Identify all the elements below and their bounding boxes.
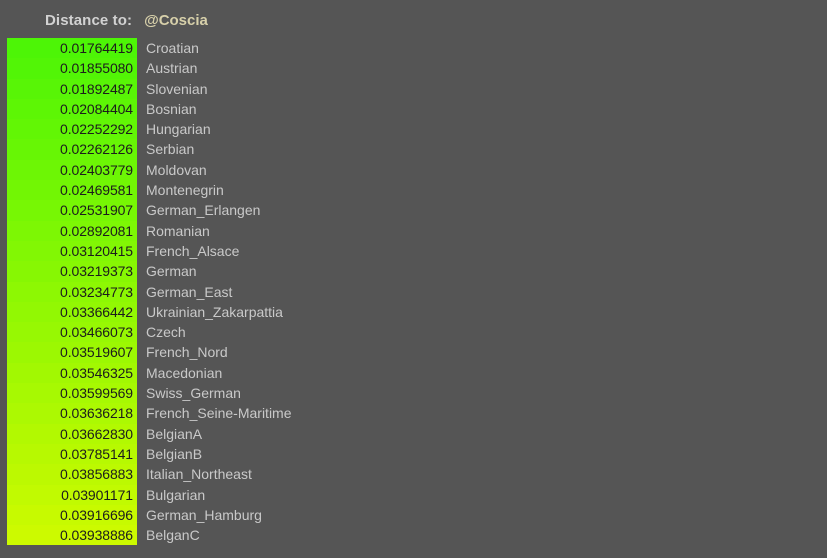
distance-row[interactable]: 0.03636218 French_Seine-Maritime (0, 403, 827, 424)
distance-row[interactable]: 0.03219373 German (0, 261, 827, 282)
distance-value: 0.02531907 (60, 202, 133, 219)
distance-row[interactable]: 0.03916696 German_Hamburg (0, 504, 827, 526)
distance-row[interactable]: 0.03599569 Swiss_German (0, 383, 827, 404)
population-label: German_Hamburg (146, 506, 262, 523)
population-label: French_Alsace (146, 242, 240, 259)
distance-value: 0.01855080 (60, 60, 133, 77)
population-label: Romanian (146, 222, 210, 239)
distance-row[interactable]: 0.02531907 German_Erlangen (0, 200, 827, 221)
population-label: Bulgarian (146, 486, 206, 503)
distance-value: 0.03916696 (60, 506, 133, 523)
population-label: French_Nord (146, 344, 228, 361)
distance-header-target: @Coscia (144, 11, 208, 29)
population-label: Italian_Northeast (146, 466, 252, 483)
population-label: Croatian (146, 40, 199, 56)
distance-list: 0.01764419 Croatian 0.01855080 Austrian 0.01… (0, 38, 827, 558)
distance-row[interactable]: 0.03938886 BelganC (0, 525, 827, 546)
distance-header-label: Distance to: (45, 11, 133, 29)
distance-header: Distance to: @Coscia (0, 8, 208, 32)
distance-value: 0.03219373 (60, 263, 133, 280)
distance-value: 0.03546325 (60, 364, 133, 381)
distance-value: 0.03785141 (60, 445, 133, 462)
population-label: Bosnian (146, 100, 197, 117)
population-label: German (146, 263, 197, 280)
distance-value: 0.03366442 (60, 303, 133, 320)
distance-row[interactable]: 0.02084404 Bosnian (0, 98, 827, 120)
population-label: Czech (146, 324, 186, 341)
distance-value: 0.03938886 (60, 527, 133, 544)
distance-row[interactable]: 0.03234773 German_East (0, 281, 827, 302)
population-label: BelganC (146, 527, 200, 544)
distance-row[interactable]: 0.02892081 Romanian (0, 220, 827, 241)
population-label: Slovenian (146, 80, 208, 97)
distance-value: 0.02469581 (60, 182, 133, 199)
distance-value: 0.02892081 (60, 222, 133, 239)
population-label: Hungarian (146, 121, 211, 138)
population-label: BelgianB (146, 445, 203, 462)
distance-value: 0.03636218 (60, 405, 133, 422)
distance-value: 0.02403779 (60, 161, 133, 178)
distance-row[interactable]: 0.03785141 BelgianB (0, 443, 827, 465)
distance-row[interactable]: 0.03366442 Ukrainian_Zakarpattia (0, 301, 827, 323)
population-label: Moldovan (146, 161, 207, 178)
distance-row[interactable]: 0.02403779 Moldovan (0, 159, 827, 181)
distance-row[interactable]: 0.03519607 French_Nord (0, 342, 827, 363)
distance-row[interactable]: 0.03466073 Czech (0, 322, 827, 343)
population-label: BelgianA (146, 425, 203, 442)
population-label: German_Erlangen (146, 202, 261, 219)
distance-value: 0.03519607 (60, 344, 133, 361)
distance-row[interactable]: 0.02469581 Montenegrin (0, 180, 827, 201)
distance-value: 0.02262126 (60, 141, 133, 158)
distance-row[interactable]: 0.03856883 Italian_Northeast (0, 464, 827, 485)
population-label: French_Seine-Maritime (146, 405, 292, 422)
distance-value: 0.03662830 (60, 425, 133, 442)
distance-value: 0.03901171 (61, 486, 133, 503)
distance-value: 0.03856883 (60, 466, 133, 483)
distance-value: 0.01892487 (60, 80, 133, 97)
population-label: Ukrainian_Zakarpattia (146, 303, 283, 320)
population-label: Swiss_German (146, 385, 241, 402)
distance-value: 0.01764419 (60, 40, 133, 56)
distance-value: 0.03234773 (60, 283, 133, 300)
population-label: Macedonian (146, 364, 223, 381)
population-label: Montenegrin (146, 182, 224, 199)
population-label: Austrian (146, 60, 198, 77)
distance-row[interactable]: 0.01764419 Croatian (0, 38, 827, 59)
distance-value: 0.03120415 (60, 242, 133, 259)
distance-value: 0.03466073 (60, 324, 133, 341)
population-label: Serbian (146, 141, 195, 158)
population-label: German_East (146, 283, 233, 300)
distance-value: 0.02252292 (60, 121, 133, 138)
distance-row[interactable]: 0.03662830 BelgianA (0, 423, 827, 444)
distance-row[interactable]: 0.03901171 Bulgarian (0, 484, 827, 505)
distance-row[interactable]: 0.03120415 French_Alsace (0, 240, 827, 262)
distance-value: 0.02084404 (60, 100, 133, 117)
distance-row[interactable]: 0.02252292 Hungarian (0, 119, 827, 140)
distance-row[interactable]: 0.02262126 Serbian (0, 139, 827, 160)
distance-row[interactable]: 0.01892487 Slovenian (0, 78, 827, 99)
distance-value: 0.03599569 (60, 385, 133, 402)
distance-row[interactable]: 0.01855080 Austrian (0, 58, 827, 79)
distance-row[interactable]: 0.03546325 Macedonian (0, 362, 827, 384)
